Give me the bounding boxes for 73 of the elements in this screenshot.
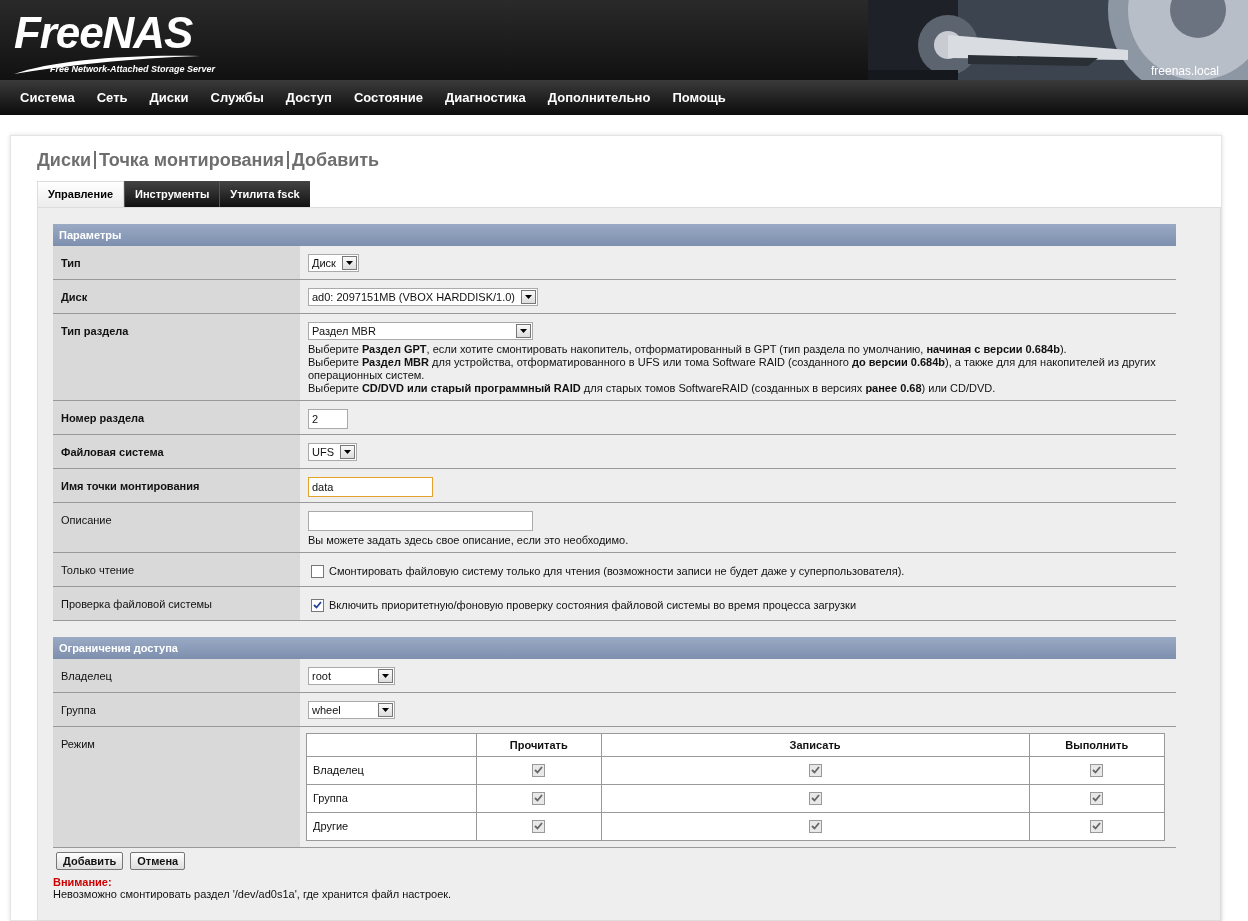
dropdown-arrow-icon <box>345 261 353 265</box>
dropdown[interactable]: UFS <box>308 443 357 461</box>
column-header: Выполнить <box>1029 733 1165 757</box>
dropdown[interactable]: Раздел MBR <box>308 322 533 340</box>
column-header: Записать <box>601 733 1030 757</box>
dropdown-arrow-icon <box>344 450 351 454</box>
nav-link[interactable]: Состояние <box>342 87 434 108</box>
dropdown-arrow-icon <box>382 708 389 712</box>
button[interactable]: Добавить <box>56 852 124 870</box>
tab[interactable]: Управление <box>37 181 124 207</box>
dropdown[interactable]: root <box>308 667 395 685</box>
breadcrumb-text: Диски <box>37 148 91 172</box>
nav-link[interactable]: Помощь <box>661 87 737 108</box>
dropdown[interactable]: wheel <box>308 701 395 719</box>
field-label: Режим <box>61 738 95 750</box>
help-text: Выберите Раздел MBR для устройства, отформатированного в UFS или тома Software RAID (созданного до версии 0.684b), а также для для накопителей из других операционных систем. <box>308 356 1157 382</box>
field-label: Имя точки монтирования <box>61 480 200 492</box>
tab[interactable]: Утилита fsck <box>219 181 310 207</box>
dropdown-arrow-icon <box>382 674 389 678</box>
row-label: Другие <box>306 812 477 841</box>
field-label: Тип раздела <box>61 325 129 337</box>
nav-link[interactable]: Диагностика <box>433 87 537 108</box>
checkbox[interactable] <box>808 819 822 833</box>
input-field[interactable] <box>308 511 533 531</box>
field-label: Проверка файловой системы <box>61 598 212 610</box>
field-label: Группа <box>61 704 96 716</box>
checkbox-label: Смонтировать файловую систему только для чтения (возможности записи не будет даже у суперпользователя). <box>329 564 905 579</box>
checkbox[interactable] <box>1090 791 1104 805</box>
row-label: Группа <box>306 784 477 813</box>
nav-link[interactable]: Система <box>9 87 86 108</box>
checkbox-label: Включить приоритетную/фоновую проверку состояния файловой системы во время процесса загрузки <box>329 598 857 613</box>
warning-title: Внимание: <box>53 876 113 888</box>
help-text: Вы можете задать здесь свое описание, если это необходимо. <box>308 534 630 547</box>
button[interactable]: Отмена <box>130 852 186 870</box>
field-label: Диск <box>61 291 88 303</box>
row-label: Владелец <box>306 756 477 785</box>
breadcrumb-text: Точка монтирования <box>99 148 284 172</box>
nav-link[interactable]: Службы <box>199 87 275 108</box>
field-label: Только чтение <box>61 564 135 576</box>
dropdown-arrow-icon <box>520 329 527 333</box>
dropdown[interactable]: ad0: 2097151MB (VBOX HARDDISK/1.0) <box>308 288 538 306</box>
checkbox[interactable] <box>311 564 324 578</box>
section-header: Параметры <box>53 224 1176 246</box>
checkbox[interactable] <box>532 819 546 833</box>
breadcrumb-text: Добавить <box>291 148 380 172</box>
checkbox[interactable] <box>311 598 324 612</box>
hostname-label: freenas.local <box>1150 63 1219 80</box>
help-text: Выберите CD/DVD или старый программный RAID для старых томов SoftwareRAID (созданных в версиях ранее 0.68) или CD/DVD. <box>308 382 997 395</box>
nav-link[interactable]: Доступ <box>274 87 343 108</box>
tab[interactable]: Инструменты <box>124 181 220 207</box>
checkbox[interactable] <box>1090 763 1104 777</box>
help-text: Выберите Раздел GPT, если хотите смонтировать накопитель, отформатированный в GPT (тип раздела по умолчанию, начиная с версии 0.684b). <box>308 343 1068 356</box>
field-label: Владелец <box>61 670 112 682</box>
logo-title: FreeNAS <box>14 8 193 58</box>
field-label: Файловая система <box>61 446 164 458</box>
checkbox[interactable] <box>808 791 822 805</box>
checkbox[interactable] <box>808 763 822 777</box>
nav-link[interactable]: Дополнительно <box>536 87 662 108</box>
input-field[interactable]: data <box>308 477 433 497</box>
column-header: Прочитать <box>476 733 602 757</box>
dropdown-arrow-icon <box>525 295 532 299</box>
field-label: Тип <box>61 257 81 269</box>
dropdown[interactable]: Диск <box>308 254 359 272</box>
section-header: Ограничения доступа <box>53 637 1176 659</box>
nav-link[interactable]: Сеть <box>85 87 139 108</box>
field-label: Номер раздела <box>61 412 145 424</box>
nav-link[interactable]: Диски <box>138 87 200 108</box>
checkbox[interactable] <box>1090 819 1104 833</box>
checkbox[interactable] <box>532 763 546 777</box>
input-field[interactable]: 2 <box>308 409 348 429</box>
checkbox[interactable] <box>532 791 546 805</box>
warning-text: Невозможно смонтировать раздел '/dev/ad0s1a', где хранится файл настроек. <box>53 888 453 900</box>
field-label: Описание <box>61 514 112 526</box>
